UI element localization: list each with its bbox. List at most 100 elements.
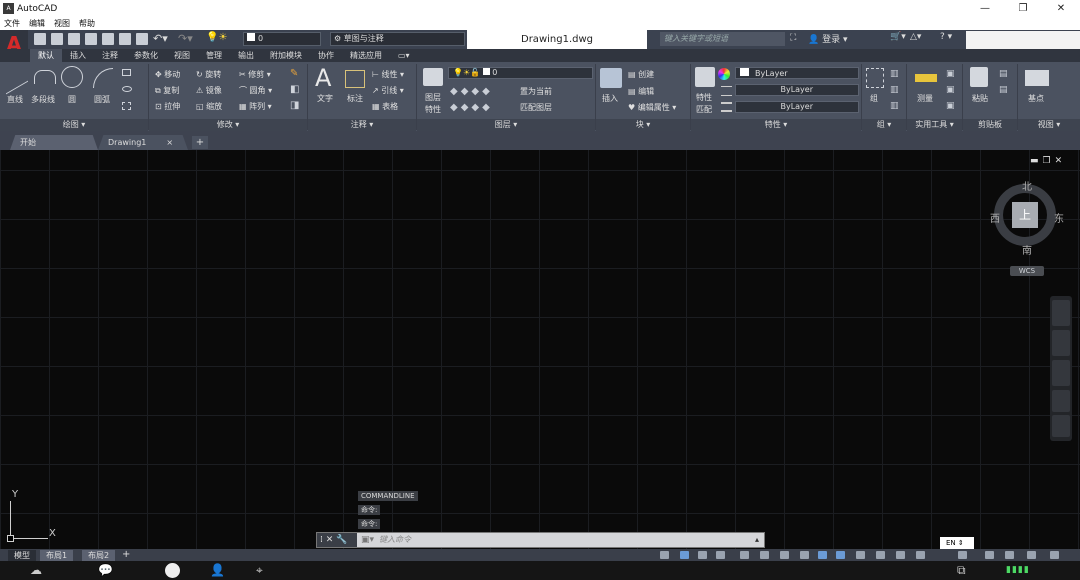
- layer-tools-icons[interactable]: ◆◆◆◆: [450, 86, 493, 97]
- match-properties-button[interactable]: 特性: [696, 92, 712, 103]
- color-wheel-icon[interactable]: [718, 68, 730, 80]
- lineweight-toggle-icon[interactable]: [800, 551, 809, 559]
- minimize-button[interactable]: —: [966, 0, 1004, 17]
- create-block-button[interactable]: ▤ 创建: [628, 69, 654, 80]
- linear-button[interactable]: ⊢ 线性 ▾: [372, 69, 404, 80]
- circle-icon[interactable]: [61, 66, 83, 88]
- menu-file[interactable]: 文件: [4, 18, 20, 29]
- maximize-button[interactable]: ❐: [1004, 0, 1042, 17]
- text-button[interactable]: 文字: [317, 93, 333, 104]
- layer-tools-icons-row2[interactable]: ◆◆◆◆: [450, 102, 493, 113]
- snap-icon[interactable]: [698, 551, 707, 559]
- tab-featured-apps[interactable]: 精选应用: [342, 49, 390, 62]
- properties-panel-title[interactable]: 特性 ▾: [691, 119, 861, 131]
- menu-view[interactable]: 视图: [54, 18, 70, 29]
- compass-west[interactable]: 西: [990, 210, 1000, 225]
- undo-icon[interactable]: ↶▾: [153, 32, 168, 45]
- match-properties-button-line2[interactable]: 匹配: [696, 104, 712, 115]
- circle-button[interactable]: 圆: [68, 94, 76, 105]
- tab-insert[interactable]: 插入: [62, 49, 94, 62]
- clean-screen-icon[interactable]: [1027, 551, 1036, 559]
- polyline-icon[interactable]: [34, 70, 56, 84]
- command-input[interactable]: 键入命令: [379, 533, 411, 547]
- scale-button[interactable]: ◱ 缩放: [196, 101, 222, 112]
- group-button[interactable]: 组: [870, 93, 878, 104]
- compass-east[interactable]: 东: [1054, 210, 1064, 225]
- trim-button[interactable]: ✂ 修剪 ▾: [239, 69, 271, 80]
- signin-button[interactable]: 👤 登录 ▾: [808, 32, 848, 45]
- insert-button[interactable]: 插入: [602, 93, 618, 104]
- tab-start[interactable]: 开始: [10, 135, 98, 150]
- utilities-panel-title[interactable]: 实用工具 ▾: [907, 119, 962, 131]
- base-icon[interactable]: [1025, 70, 1049, 86]
- steering-wheel-icon[interactable]: [1052, 300, 1070, 326]
- zoom-icon[interactable]: [1052, 360, 1070, 386]
- polyline-button[interactable]: 多段线: [31, 94, 55, 105]
- annotation-panel-title[interactable]: 注释 ▾: [308, 119, 416, 131]
- utilities-tools-icons[interactable]: ▣ ▣ ▣: [946, 66, 955, 114]
- redo-icon[interactable]: ↷▾: [178, 32, 193, 45]
- offset-icon[interactable]: ◨: [290, 100, 299, 111]
- locate-icon[interactable]: ⌖: [256, 563, 263, 578]
- explode-icon[interactable]: ◧: [290, 84, 299, 95]
- command-line-controls[interactable]: ⁞ ✕ 🔧: [317, 533, 357, 547]
- annotation-scale-icon[interactable]: [856, 551, 865, 559]
- tab-model[interactable]: 模型: [8, 550, 36, 561]
- mirror-button[interactable]: ⚠ 镜像: [196, 85, 222, 96]
- tab-default[interactable]: 默认: [30, 49, 62, 62]
- tab-annotate[interactable]: 注释: [94, 49, 126, 62]
- a360-icon[interactable]: △▾: [910, 32, 921, 42]
- compass-south[interactable]: 南: [1022, 242, 1032, 257]
- showmotion-icon[interactable]: [1052, 415, 1070, 437]
- home-circle-icon[interactable]: [165, 563, 180, 578]
- viewport-controls[interactable]: ▬❐✕: [1030, 156, 1066, 166]
- measure-button[interactable]: 测量: [917, 93, 933, 104]
- open-web-icon[interactable]: [102, 33, 114, 45]
- group-tools-icons[interactable]: ▥ ▥ ▥: [890, 66, 899, 114]
- ribbon-options-icon[interactable]: ▭▾: [390, 49, 418, 62]
- layer-properties-icon[interactable]: [423, 68, 443, 86]
- rectangle-icon[interactable]: [122, 69, 131, 76]
- lineweight-dropdown[interactable]: ByLayer: [735, 101, 859, 113]
- rotate-button[interactable]: ↻ 旋转: [196, 69, 221, 80]
- array-button[interactable]: ▦ 阵列 ▾: [239, 101, 272, 112]
- search-input[interactable]: 键入关键字或短语: [660, 32, 785, 46]
- transparency-icon[interactable]: [818, 551, 827, 559]
- draw-panel-title[interactable]: 绘图 ▾: [0, 119, 148, 131]
- open-file-icon[interactable]: [51, 33, 63, 45]
- save-web-icon[interactable]: [119, 33, 131, 45]
- match-layer-button[interactable]: 匹配图层: [520, 102, 552, 113]
- stretch-button[interactable]: ⊡ 拉伸: [155, 101, 180, 112]
- menu-edit[interactable]: 编辑: [29, 18, 45, 29]
- compass-north[interactable]: 北: [1022, 178, 1032, 193]
- save-icon[interactable]: [68, 33, 80, 45]
- workspace-switch-icon[interactable]: [896, 551, 905, 559]
- plot-icon[interactable]: [136, 33, 148, 45]
- wcs-menu[interactable]: WCS: [1010, 266, 1044, 276]
- cart-icon[interactable]: 🛒▾: [890, 32, 906, 42]
- modify-panel-title[interactable]: 修改 ▾: [149, 119, 307, 131]
- qat-layer-select[interactable]: 0: [243, 32, 321, 46]
- paste-button[interactable]: 粘贴: [972, 93, 988, 104]
- command-history-toggle[interactable]: ▴: [755, 533, 759, 547]
- clipboard-panel-title[interactable]: 剪贴板: [963, 119, 1017, 131]
- tab-layout1[interactable]: 布局1: [40, 550, 74, 561]
- text-icon[interactable]: A: [315, 64, 331, 92]
- isolate-objects-icon[interactable]: [985, 551, 994, 559]
- command-line[interactable]: ⁞ ✕ 🔧 ▣▾ 键入命令 ▴: [316, 532, 765, 548]
- add-layout-button[interactable]: +: [122, 549, 130, 560]
- fillet-button[interactable]: ⌒ 圆角 ▾: [239, 85, 272, 96]
- layers-panel-title[interactable]: 图层 ▾: [417, 119, 595, 131]
- polar-icon[interactable]: [740, 551, 749, 559]
- measure-icon[interactable]: [915, 74, 937, 82]
- block-panel-title[interactable]: 块 ▾: [596, 119, 690, 131]
- customization-icon[interactable]: [1050, 551, 1059, 559]
- tab-drawing1[interactable]: Drawing1 ×: [98, 135, 188, 150]
- annotation-visibility-icon[interactable]: [876, 551, 885, 559]
- new-tab-button[interactable]: +: [192, 136, 208, 149]
- person-icon[interactable]: 👤: [210, 563, 225, 577]
- make-current-button[interactable]: 置为当前: [520, 86, 552, 97]
- gear-icon[interactable]: [958, 551, 967, 559]
- leader-button[interactable]: ↗ 引线 ▾: [372, 85, 404, 96]
- cloud-icon[interactable]: ☁: [30, 563, 42, 577]
